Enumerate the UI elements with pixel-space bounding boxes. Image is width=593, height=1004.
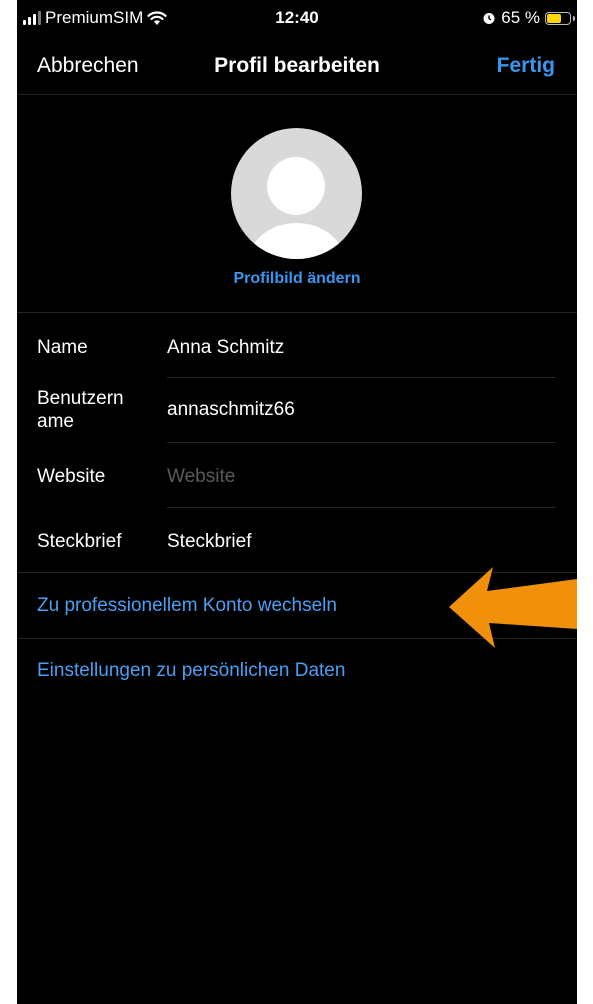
page-title: Profil bearbeiten: [214, 54, 380, 77]
avatar-head-shape: [267, 157, 325, 215]
field-separator: [167, 377, 556, 378]
battery-fill: [547, 13, 562, 23]
phone-screen: PremiumSIM 12:40 65 % Abbrechen Profil b…: [17, 0, 577, 1004]
change-profile-photo-button[interactable]: Profilbild ändern: [17, 270, 577, 288]
section-divider: [17, 312, 577, 313]
status-right: 65 %: [482, 8, 575, 28]
bio-label: Steckbrief: [37, 531, 122, 552]
avatar[interactable]: [231, 128, 362, 259]
avatar-body-shape: [248, 223, 345, 259]
website-label: Website: [37, 466, 106, 487]
annotation-arrow-icon: [449, 567, 577, 648]
switch-professional-account-link[interactable]: Zu professionellem Konto wechseln: [37, 595, 337, 617]
done-button[interactable]: Fertig: [497, 54, 555, 78]
nav-bar: Abbrechen Profil bearbeiten Fertig: [17, 36, 577, 95]
battery-percent: 65 %: [501, 8, 540, 27]
personal-data-settings-link[interactable]: Einstellungen zu persönlichen Daten: [37, 660, 345, 682]
name-label: Name: [37, 337, 88, 358]
username-label: Benutzern ame: [37, 388, 124, 432]
field-separator: [167, 507, 556, 508]
bio-field[interactable]: Steckbrief: [167, 530, 251, 553]
name-field[interactable]: Anna Schmitz: [167, 336, 284, 359]
status-bar: PremiumSIM 12:40 65 %: [17, 0, 577, 36]
username-field[interactable]: annaschmitz66: [167, 398, 295, 421]
website-field[interactable]: Website: [167, 465, 235, 488]
field-separator: [167, 442, 556, 443]
alarm-icon: [483, 13, 495, 24]
battery-icon: [545, 11, 575, 25]
